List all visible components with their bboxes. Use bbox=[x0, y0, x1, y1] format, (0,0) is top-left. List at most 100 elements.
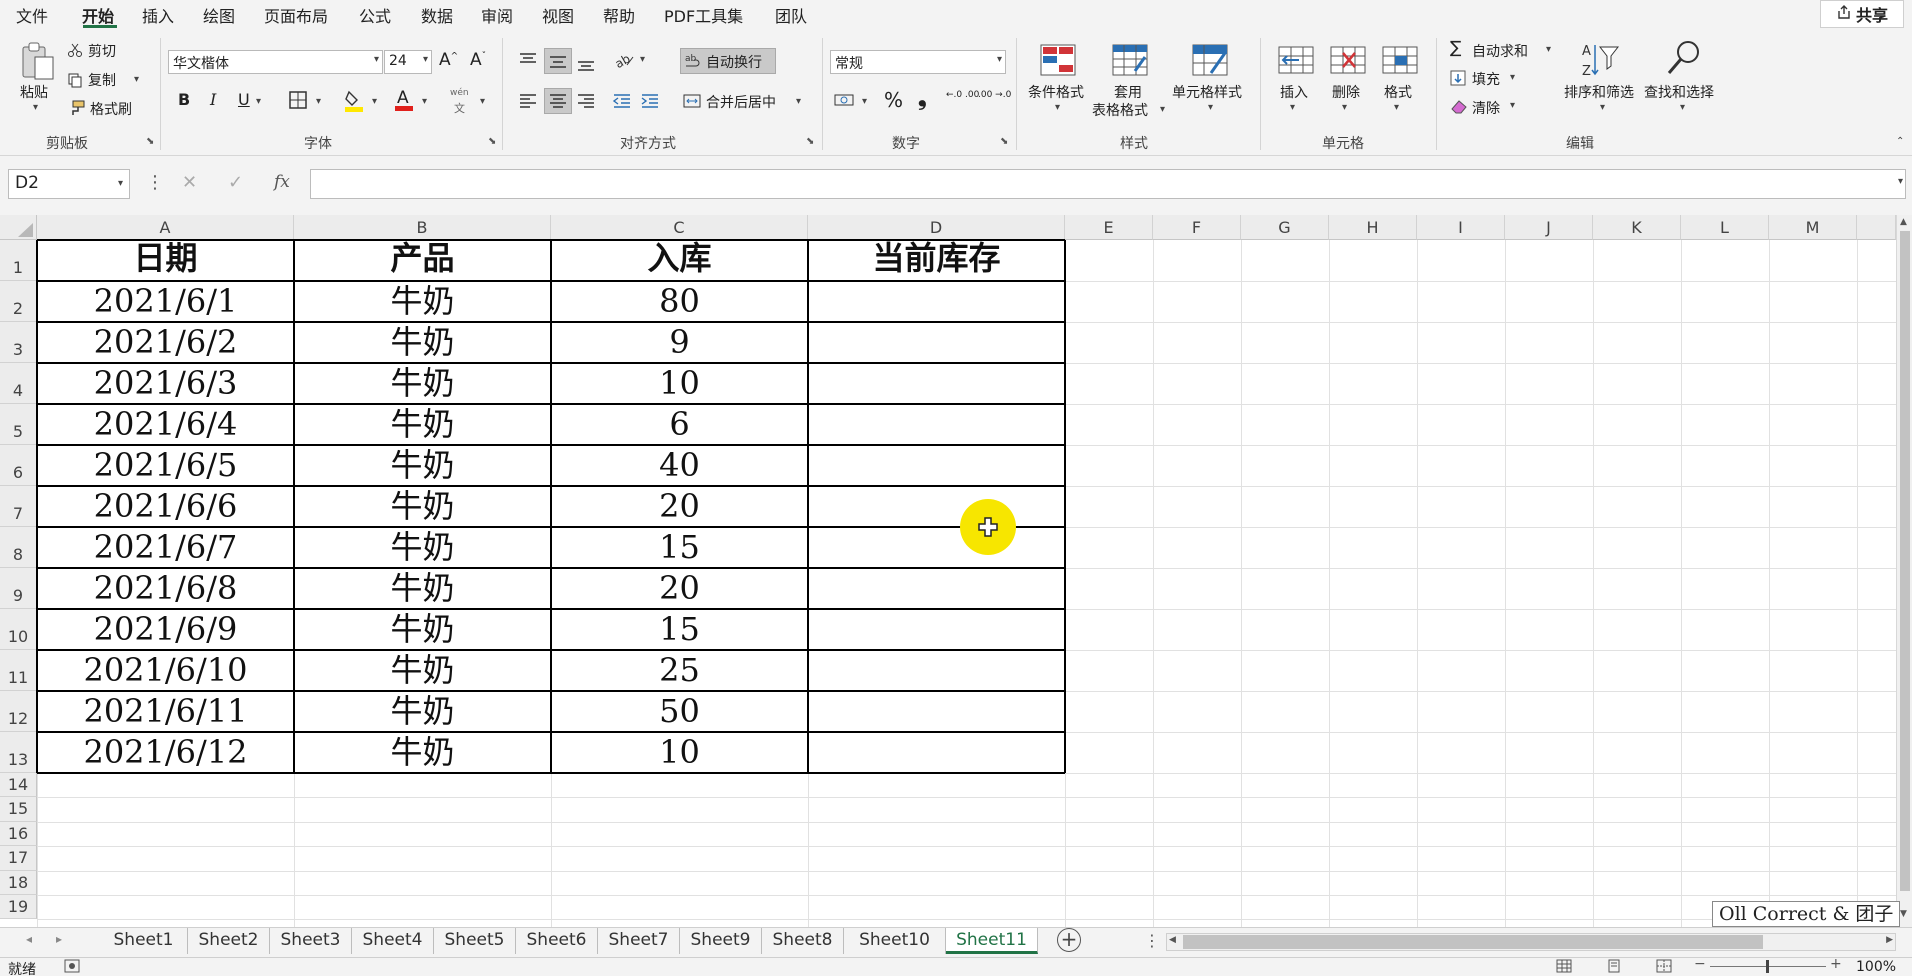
fill-color-dropdown-icon[interactable]: ▾ bbox=[372, 96, 377, 107]
phonetic-dropdown-icon[interactable]: ▾ bbox=[480, 96, 485, 107]
cell-a5[interactable]: 2021/6/4 bbox=[37, 403, 294, 444]
collapse-ribbon-icon[interactable]: ⌃ bbox=[1896, 136, 1904, 147]
sheet-tab-sheet2[interactable]: Sheet2 bbox=[188, 928, 270, 954]
merge-center-button[interactable]: 合并后居中 bbox=[706, 92, 776, 112]
cell-d10[interactable] bbox=[808, 608, 1065, 649]
row-header-12[interactable]: 12 bbox=[0, 691, 37, 732]
increase-indent-icon[interactable] bbox=[640, 92, 660, 110]
cell-c7[interactable]: 20 bbox=[551, 485, 808, 526]
cell-b6[interactable]: 牛奶 bbox=[294, 444, 551, 485]
fill-button[interactable]: 填充 bbox=[1472, 69, 1500, 89]
row-header-9[interactable]: 9 bbox=[0, 568, 37, 609]
cell-d11[interactable] bbox=[808, 649, 1065, 690]
column-header-i[interactable]: I bbox=[1417, 215, 1505, 240]
cell-styles-dropdown-icon[interactable]: ▾ bbox=[1208, 102, 1213, 113]
format-as-table-line1[interactable]: 套用 bbox=[1114, 82, 1142, 102]
autosum-dropdown-icon[interactable]: ▾ bbox=[1546, 44, 1551, 55]
cell-d12[interactable] bbox=[808, 690, 1065, 731]
horizontal-scrollbar[interactable]: ◀ ▶ bbox=[1166, 933, 1896, 951]
cell-d5[interactable] bbox=[808, 403, 1065, 444]
menu-formulas[interactable]: 公式 bbox=[359, 3, 391, 27]
zoom-slider-thumb[interactable] bbox=[1766, 960, 1769, 973]
column-header-g[interactable]: G bbox=[1241, 215, 1329, 240]
percent-button[interactable]: % bbox=[884, 88, 903, 112]
vertical-scrollbar[interactable]: ▲ ▼ bbox=[1896, 215, 1912, 927]
format-as-table-line2[interactable]: 表格格式 bbox=[1092, 100, 1148, 120]
row-header-18[interactable]: 18 bbox=[0, 870, 37, 895]
align-left-icon[interactable] bbox=[518, 92, 538, 110]
sheet-tab-sheet9[interactable]: Sheet9 bbox=[680, 928, 762, 954]
fill-color-icon[interactable] bbox=[344, 88, 364, 112]
menu-review[interactable]: 审阅 bbox=[481, 3, 513, 27]
cell-b12[interactable]: 牛奶 bbox=[294, 690, 551, 731]
copy-dropdown-icon[interactable]: ▾ bbox=[134, 74, 139, 85]
align-bottom-icon[interactable] bbox=[576, 54, 596, 74]
column-header-m[interactable]: M bbox=[1769, 215, 1857, 240]
scroll-right-icon[interactable]: ▶ bbox=[1886, 935, 1893, 945]
orientation-icon[interactable]: ab bbox=[614, 50, 636, 70]
column-header-f[interactable]: F bbox=[1153, 215, 1241, 240]
cell-c3[interactable]: 9 bbox=[551, 321, 808, 362]
menu-help[interactable]: 帮助 bbox=[603, 3, 635, 27]
cell-a11[interactable]: 2021/6/10 bbox=[37, 649, 294, 690]
font-color-icon[interactable]: A bbox=[394, 86, 414, 112]
insert-dropdown-icon[interactable]: ▾ bbox=[1290, 102, 1295, 113]
conditional-dropdown-icon[interactable]: ▾ bbox=[1055, 102, 1060, 113]
alignment-launcher-icon[interactable]: ⬊ bbox=[806, 136, 814, 147]
share-button[interactable]: 共享 bbox=[1820, 0, 1904, 28]
row-header-4[interactable]: 4 bbox=[0, 363, 37, 404]
borders-icon[interactable] bbox=[288, 90, 308, 110]
name-box[interactable]: D2 ▾ bbox=[8, 169, 130, 199]
paste-dropdown-icon[interactable]: ▾ bbox=[33, 102, 38, 113]
sheet-tab-sheet5[interactable]: Sheet5 bbox=[434, 928, 516, 954]
row-header-6[interactable]: 6 bbox=[0, 445, 37, 486]
cell-b8[interactable]: 牛奶 bbox=[294, 526, 551, 567]
add-sheet-button[interactable]: + bbox=[1057, 928, 1081, 952]
paste-button[interactable]: 粘贴 bbox=[20, 82, 48, 102]
currency-icon[interactable] bbox=[834, 90, 856, 110]
clear-dropdown-icon[interactable]: ▾ bbox=[1510, 100, 1515, 111]
row-header-14[interactable]: 14 bbox=[0, 773, 37, 798]
column-header-j[interactable]: J bbox=[1505, 215, 1593, 240]
cell-c8[interactable]: 15 bbox=[551, 526, 808, 567]
cell-a2[interactable]: 2021/6/1 bbox=[37, 280, 294, 321]
font-size-combo[interactable]: 24 ▾ bbox=[384, 50, 432, 74]
row-header-13[interactable]: 13 bbox=[0, 732, 37, 773]
cell-a7[interactable]: 2021/6/6 bbox=[37, 485, 294, 526]
phonetic-button[interactable]: wén bbox=[450, 88, 469, 98]
cell-c4[interactable]: 10 bbox=[551, 362, 808, 403]
row-header-5[interactable]: 5 bbox=[0, 404, 37, 445]
macro-record-icon[interactable] bbox=[64, 959, 80, 973]
number-launcher-icon[interactable]: ⬊ bbox=[1000, 136, 1008, 147]
row-header-10[interactable]: 10 bbox=[0, 609, 37, 650]
cell-a3[interactable]: 2021/6/2 bbox=[37, 321, 294, 362]
row-header-16[interactable]: 16 bbox=[0, 821, 37, 847]
cell-a12[interactable]: 2021/6/11 bbox=[37, 690, 294, 731]
cell-d2[interactable] bbox=[808, 280, 1065, 321]
cell-b7[interactable]: 牛奶 bbox=[294, 485, 551, 526]
sheet-tab-sheet8[interactable]: Sheet8 bbox=[762, 928, 844, 954]
align-right-icon[interactable] bbox=[576, 92, 596, 110]
menu-home[interactable]: 开始 bbox=[82, 3, 114, 27]
underline-button[interactable]: U bbox=[238, 90, 250, 109]
column-header-c[interactable]: C bbox=[551, 215, 808, 240]
sort-filter-icon[interactable]: AZ bbox=[1580, 40, 1620, 80]
row-header-8[interactable]: 8 bbox=[0, 527, 37, 568]
find-select-button[interactable]: 查找和选择 bbox=[1644, 82, 1714, 102]
format-table-dropdown-icon[interactable]: ▾ bbox=[1160, 104, 1165, 115]
menu-team[interactable]: 团队 bbox=[775, 3, 807, 27]
italic-button[interactable]: I bbox=[210, 90, 216, 109]
bold-button[interactable]: B bbox=[178, 90, 190, 109]
cell-c5[interactable]: 6 bbox=[551, 403, 808, 444]
wrap-text-button[interactable]: 自动换行 bbox=[706, 52, 762, 72]
currency-dropdown-icon[interactable]: ▾ bbox=[862, 96, 867, 107]
cell-b10[interactable]: 牛奶 bbox=[294, 608, 551, 649]
column-header-d[interactable]: D bbox=[808, 215, 1065, 240]
cell-styles-button[interactable]: 单元格样式 bbox=[1172, 82, 1242, 102]
cut-button[interactable]: 剪切 bbox=[88, 41, 116, 61]
row-header-7[interactable]: 7 bbox=[0, 486, 37, 527]
cell-styles-icon[interactable] bbox=[1190, 42, 1230, 78]
cell-c12[interactable]: 50 bbox=[551, 690, 808, 731]
cell-b9[interactable]: 牛奶 bbox=[294, 567, 551, 608]
find-dropdown-icon[interactable]: ▾ bbox=[1680, 102, 1685, 113]
